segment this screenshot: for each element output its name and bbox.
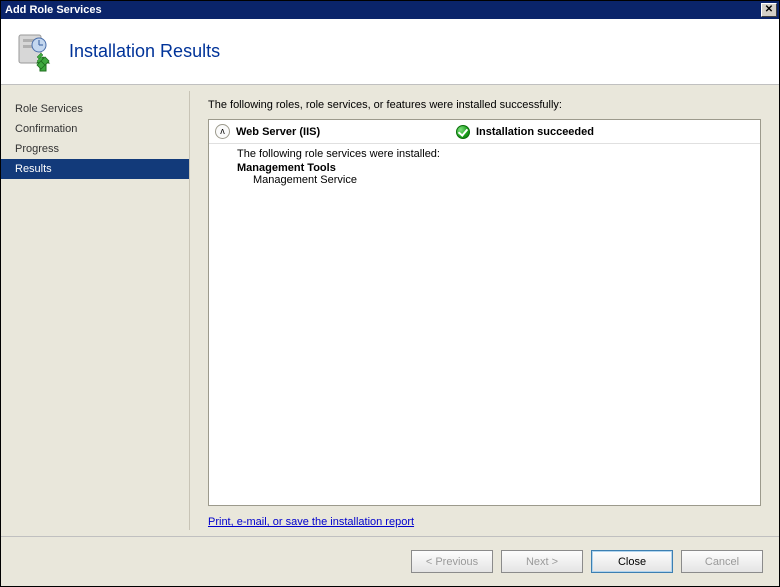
result-group-body: The following role services were install… bbox=[209, 144, 760, 196]
wizard-steps: Role Services Confirmation Progress Resu… bbox=[1, 85, 189, 536]
result-service: Management Service bbox=[237, 174, 750, 186]
result-status: Installation succeeded bbox=[456, 125, 594, 139]
intro-text: The following roles, role services, or f… bbox=[208, 99, 761, 111]
window-title: Add Role Services bbox=[5, 4, 102, 16]
chevron-up-icon[interactable]: ʌ bbox=[215, 124, 230, 139]
cancel-button: Cancel bbox=[681, 550, 763, 573]
page-title: Installation Results bbox=[69, 41, 220, 62]
sidebar-item-progress[interactable]: Progress bbox=[1, 139, 189, 159]
result-status-label: Installation succeeded bbox=[476, 126, 594, 138]
close-button[interactable]: Close bbox=[591, 550, 673, 573]
titlebar: Add Role Services ✕ bbox=[1, 1, 779, 19]
results-box: ʌ Web Server (IIS) Installation succeede… bbox=[208, 119, 761, 506]
wizard-header: Installation Results bbox=[1, 19, 779, 85]
wizard-footer: < Previous Next > Close Cancel bbox=[1, 536, 779, 586]
sidebar-item-confirmation[interactable]: Confirmation bbox=[1, 119, 189, 139]
sidebar-item-results[interactable]: Results bbox=[1, 159, 189, 179]
close-icon[interactable]: ✕ bbox=[761, 3, 777, 17]
next-button: Next > bbox=[501, 550, 583, 573]
success-icon bbox=[456, 125, 470, 139]
result-group-header: ʌ Web Server (IIS) Installation succeede… bbox=[209, 120, 760, 144]
sidebar-item-role-services[interactable]: Role Services bbox=[1, 99, 189, 119]
previous-button: < Previous bbox=[411, 550, 493, 573]
result-group-title: Web Server (IIS) bbox=[236, 126, 456, 138]
main-panel: The following roles, role services, or f… bbox=[190, 85, 779, 536]
result-subtext: The following role services were install… bbox=[237, 148, 750, 160]
report-link[interactable]: Print, e-mail, or save the installation … bbox=[208, 516, 761, 528]
result-category: Management Tools bbox=[237, 162, 750, 174]
wizard-icon bbox=[13, 31, 55, 73]
